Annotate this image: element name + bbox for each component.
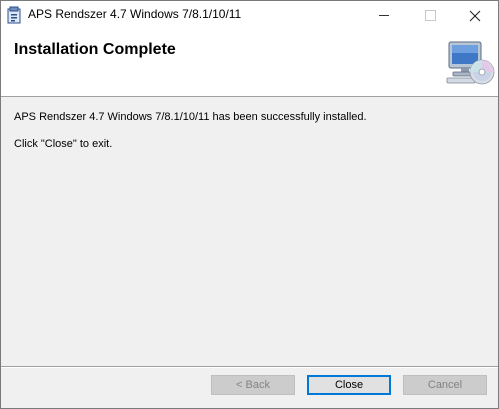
- title-bar[interactable]: APS Rendszer 4.7 Windows 7/8.1/10/11: [1, 1, 498, 30]
- success-message: APS Rendszer 4.7 Windows 7/8.1/10/11 has…: [14, 111, 367, 123]
- close-button[interactable]: Close: [307, 375, 391, 395]
- installer-app-icon: [7, 6, 21, 24]
- close-window-button[interactable]: [452, 1, 498, 30]
- header-banner: Installation Complete: [1, 30, 498, 97]
- window-title: APS Rendszer 4.7 Windows 7/8.1/10/11: [28, 7, 242, 21]
- page-title: Installation Complete: [14, 41, 176, 58]
- cancel-button[interactable]: Cancel: [403, 375, 487, 395]
- content-area: APS Rendszer 4.7 Windows 7/8.1/10/11 has…: [1, 97, 498, 367]
- computer-cd-icon: [446, 41, 495, 85]
- exit-instruction: Click "Close" to exit.: [14, 138, 113, 150]
- close-icon: [469, 10, 481, 21]
- minimize-icon: [379, 15, 389, 16]
- maximize-button[interactable]: [407, 1, 453, 30]
- maximize-icon: [424, 10, 436, 21]
- footer-separator: [1, 366, 498, 368]
- minimize-button[interactable]: [361, 1, 407, 30]
- back-button[interactable]: < Back: [211, 375, 295, 395]
- installer-window: APS Rendszer 4.7 Windows 7/8.1/10/11 Ins…: [0, 0, 499, 409]
